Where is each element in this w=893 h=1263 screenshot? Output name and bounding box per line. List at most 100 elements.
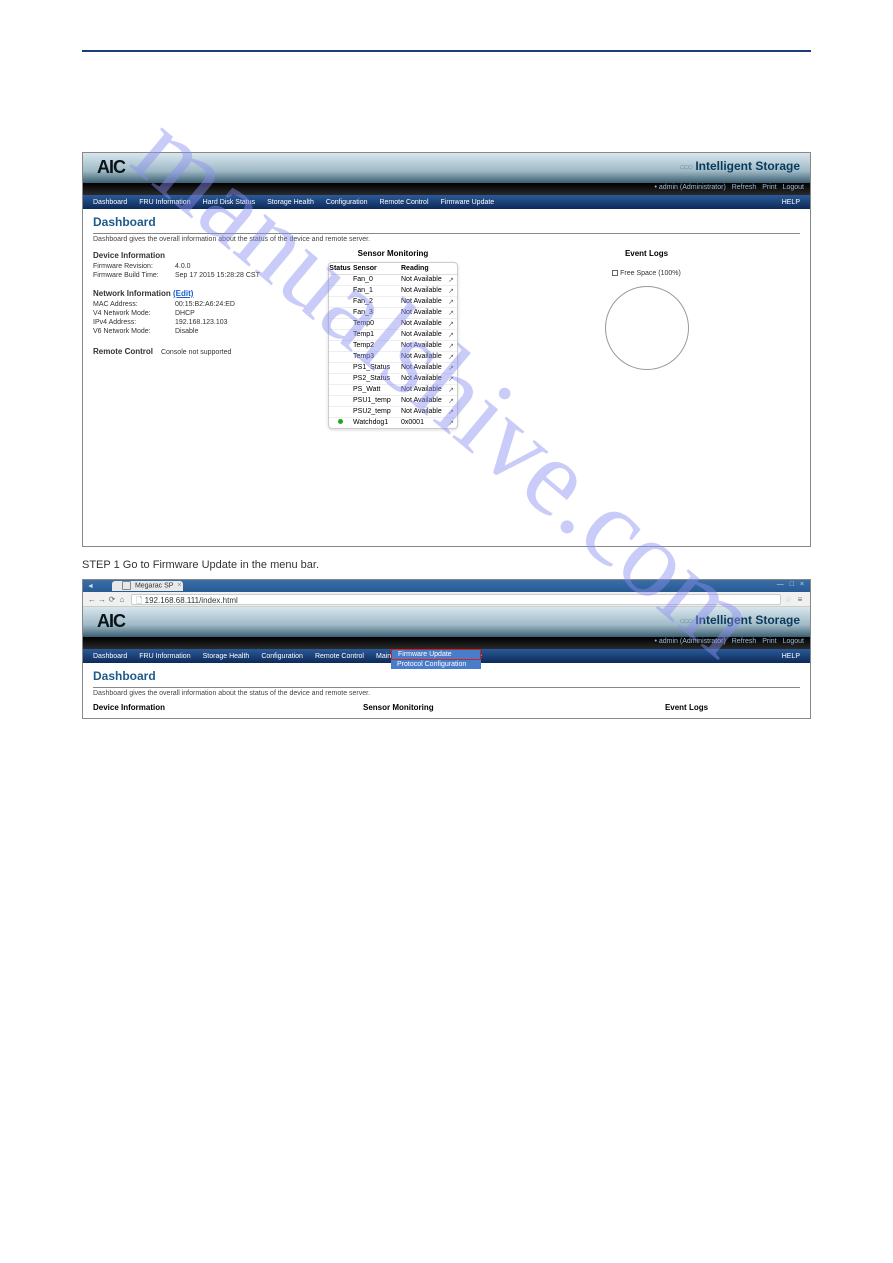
logout-link[interactable]: Logout bbox=[783, 638, 804, 645]
app-header: AIC ○○○Intelligent Storage bbox=[83, 153, 810, 183]
tagline: ○○○Intelligent Storage bbox=[679, 159, 800, 173]
magnify-icon[interactable]: ↗ bbox=[445, 408, 457, 416]
magnify-icon[interactable]: ↗ bbox=[445, 331, 457, 339]
screenshot-firmware-menu: ◄ Megarac SP× — □ × ← → ⟳ ⌂ 🗋 192.168.68… bbox=[82, 579, 811, 719]
menu-item-help[interactable]: HELP bbox=[776, 653, 806, 660]
magnify-icon[interactable]: ↗ bbox=[445, 276, 457, 284]
menu-item-dashboard[interactable]: Dashboard bbox=[87, 653, 133, 660]
magnify-icon[interactable]: ↗ bbox=[445, 364, 457, 372]
logo: AIC bbox=[97, 157, 125, 178]
user-role: (Administrator) bbox=[680, 638, 726, 645]
user-role: (Administrator) bbox=[680, 184, 726, 191]
sensor-row[interactable]: PS1_StatusNot Available↗ bbox=[329, 363, 457, 374]
eventlogs-pie bbox=[605, 286, 689, 370]
magnify-icon[interactable]: ↗ bbox=[445, 397, 457, 405]
menu-item-fwupdate[interactable]: Firmware Update bbox=[435, 199, 501, 206]
sensor-row[interactable]: Fan_3Not Available↗ bbox=[329, 308, 457, 319]
url-input[interactable]: 🗋 192.168.68.111/index.html bbox=[131, 594, 781, 605]
menu-item-storage[interactable]: Storage Health bbox=[197, 653, 256, 660]
magnify-icon[interactable]: ↗ bbox=[445, 298, 457, 306]
sensor-heading: Sensor Monitoring bbox=[303, 249, 483, 258]
sensor-row[interactable]: Temp3Not Available↗ bbox=[329, 352, 457, 363]
sensor-row[interactable]: Fan_2Not Available↗ bbox=[329, 297, 457, 308]
status-dot-green bbox=[338, 419, 343, 424]
edit-link[interactable]: (Edit) bbox=[173, 289, 193, 298]
bookmark-icon[interactable]: ☆ bbox=[785, 595, 792, 604]
menu-item-config[interactable]: Configuration bbox=[255, 653, 309, 660]
logo: AIC bbox=[97, 611, 125, 632]
user-bar: • admin (Administrator) Refresh Print Lo… bbox=[83, 183, 810, 195]
menu-item-hdd[interactable]: Hard Disk Status bbox=[197, 199, 262, 206]
eventlogs-legend: Free Space (100%) bbox=[612, 270, 681, 277]
sensor-row[interactable]: Temp0Not Available↗ bbox=[329, 319, 457, 330]
sensor-row[interactable]: PS2_StatusNot Available↗ bbox=[329, 374, 457, 385]
eventlogs-heading: Event Logs bbox=[493, 249, 800, 258]
page-subtitle: Dashboard gives the overall information … bbox=[93, 236, 800, 243]
sensor-row[interactable]: PS_WattNot Available↗ bbox=[329, 385, 457, 396]
magnify-icon[interactable]: ↗ bbox=[445, 342, 457, 350]
section-sensor-monitoring: Sensor Monitoring bbox=[363, 703, 563, 712]
nav-back-icon[interactable]: ← bbox=[87, 595, 97, 604]
magnify-icon[interactable]: ↗ bbox=[445, 353, 457, 361]
dropdown-firmware-update[interactable]: Firmware Update bbox=[391, 649, 481, 660]
nav-home-icon[interactable]: ⌂ bbox=[117, 595, 127, 604]
sensor-row[interactable]: PSU1_tempNot Available↗ bbox=[329, 396, 457, 407]
section-device-info: Device Information bbox=[93, 703, 353, 712]
browser-back-icon[interactable]: ◄ bbox=[87, 583, 94, 590]
menu-item-help[interactable]: HELP bbox=[776, 199, 806, 206]
tagline: ○○○Intelligent Storage bbox=[679, 613, 800, 627]
sensor-row[interactable]: Temp1Not Available↗ bbox=[329, 330, 457, 341]
nav-fwd-icon[interactable]: → bbox=[97, 595, 107, 604]
magnify-icon[interactable]: ↗ bbox=[445, 320, 457, 328]
dropdown-protocol-config[interactable]: Protocol Configuration bbox=[391, 660, 481, 669]
sensor-row[interactable]: Fan_1Not Available↗ bbox=[329, 286, 457, 297]
sensor-row[interactable]: Temp2Not Available↗ bbox=[329, 341, 457, 352]
title-rule bbox=[93, 687, 800, 688]
refresh-link[interactable]: Refresh bbox=[732, 638, 757, 645]
section-event-logs: Event Logs bbox=[573, 703, 800, 712]
header-rule bbox=[82, 50, 811, 52]
logout-link[interactable]: Logout bbox=[783, 184, 804, 191]
menu-item-config[interactable]: Configuration bbox=[320, 199, 374, 206]
page-subtitle: Dashboard gives the overall information … bbox=[93, 690, 800, 697]
device-info-heading: Device Information bbox=[93, 251, 293, 260]
browser-menu-icon[interactable]: ≡ bbox=[794, 595, 806, 604]
menu-item-fru[interactable]: FRU Information bbox=[133, 199, 196, 206]
browser-title-bar: ◄ Megarac SP× — □ × bbox=[83, 580, 810, 592]
refresh-link[interactable]: Refresh bbox=[732, 184, 757, 191]
mac-row: MAC Address:00:15:B2:A6:24:ED bbox=[93, 301, 293, 308]
firmware-dropdown: Firmware Update Protocol Configuration bbox=[391, 649, 481, 669]
sensor-row[interactable]: Fan_0Not Available↗ bbox=[329, 275, 457, 286]
tagline-icon: ○○○ bbox=[679, 162, 691, 173]
magnify-icon[interactable]: ↗ bbox=[445, 309, 457, 317]
tab-close-icon[interactable]: × bbox=[177, 581, 181, 591]
magnify-icon[interactable]: ↗ bbox=[445, 375, 457, 383]
menu-item-remote[interactable]: Remote Control bbox=[309, 653, 370, 660]
sensor-table-head: Status Sensor Reading bbox=[329, 263, 457, 275]
user-name: • admin bbox=[654, 638, 677, 645]
nav-reload-icon[interactable]: ⟳ bbox=[107, 595, 117, 604]
v4mode-row: V4 Network Mode:DHCP bbox=[93, 310, 293, 317]
v6mode-row: V6 Network Mode:Disable bbox=[93, 328, 293, 335]
magnify-icon[interactable]: ↗ bbox=[445, 386, 457, 394]
user-name: • admin bbox=[654, 184, 677, 191]
window-controls[interactable]: — □ × bbox=[777, 581, 806, 588]
screenshot-dashboard: AIC ○○○Intelligent Storage • admin (Admi… bbox=[82, 152, 811, 547]
remote-control-value: Console not supported bbox=[161, 349, 231, 356]
step1-text: STEP 1 Go to Firmware Update in the menu… bbox=[82, 559, 811, 571]
magnify-icon[interactable]: ↗ bbox=[445, 419, 457, 427]
print-link[interactable]: Print bbox=[762, 638, 776, 645]
menu-item-storage[interactable]: Storage Health bbox=[261, 199, 320, 206]
fw-revision-row: Firmware Revision:4.0.0 bbox=[93, 263, 293, 270]
sensor-row[interactable]: PSU2_tempNot Available↗ bbox=[329, 407, 457, 418]
magnify-icon[interactable]: ↗ bbox=[445, 287, 457, 295]
menu-item-dashboard[interactable]: Dashboard bbox=[87, 199, 133, 206]
menu-item-remote[interactable]: Remote Control bbox=[373, 199, 434, 206]
sensor-row[interactable]: Watchdog10x0001↗ bbox=[329, 418, 457, 428]
print-link[interactable]: Print bbox=[762, 184, 776, 191]
menu-item-fru[interactable]: FRU Information bbox=[133, 653, 196, 660]
network-info-heading: Network Information (Edit) bbox=[93, 289, 293, 298]
sensor-table: Status Sensor Reading Fan_0Not Available… bbox=[328, 262, 458, 429]
browser-address-bar: ← → ⟳ ⌂ 🗋 192.168.68.111/index.html ☆ ≡ bbox=[83, 592, 810, 607]
browser-tab[interactable]: Megarac SP× bbox=[112, 581, 184, 591]
